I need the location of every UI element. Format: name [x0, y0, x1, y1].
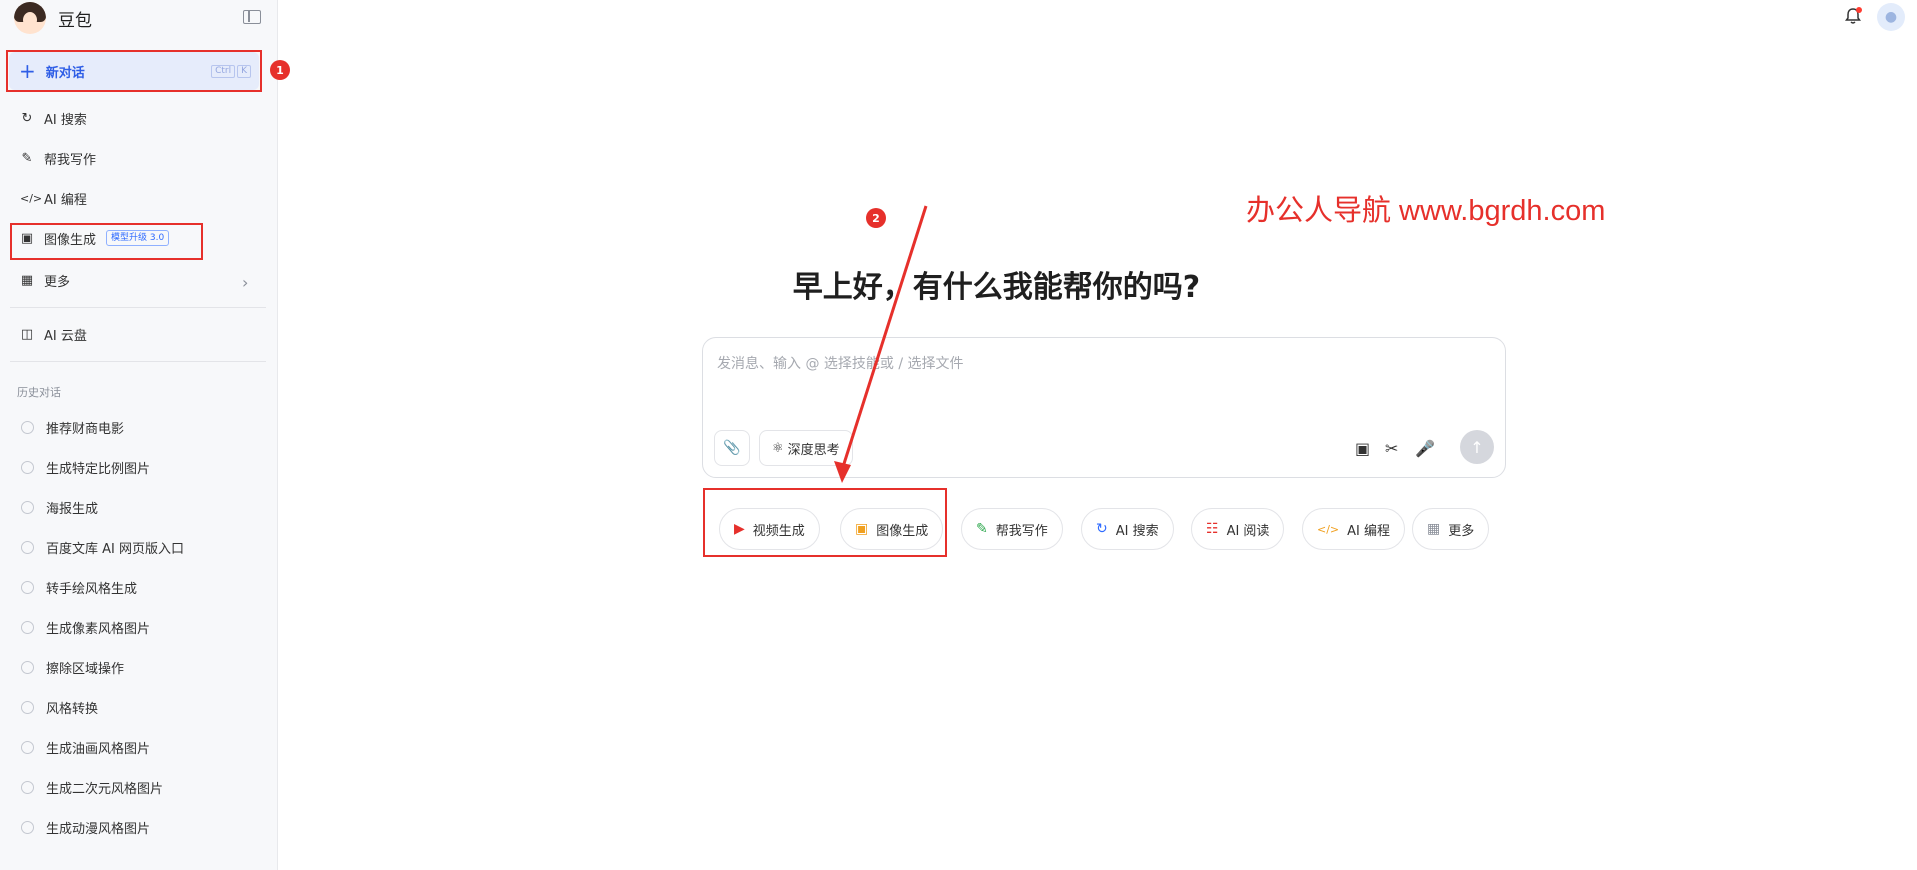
annotation-arrow	[834, 205, 928, 483]
app-window: 豆包 + 新对话 Ctrl K ↻ AI 搜索 ✎ 帮我写作 </> AI 编程…	[0, 0, 1917, 870]
